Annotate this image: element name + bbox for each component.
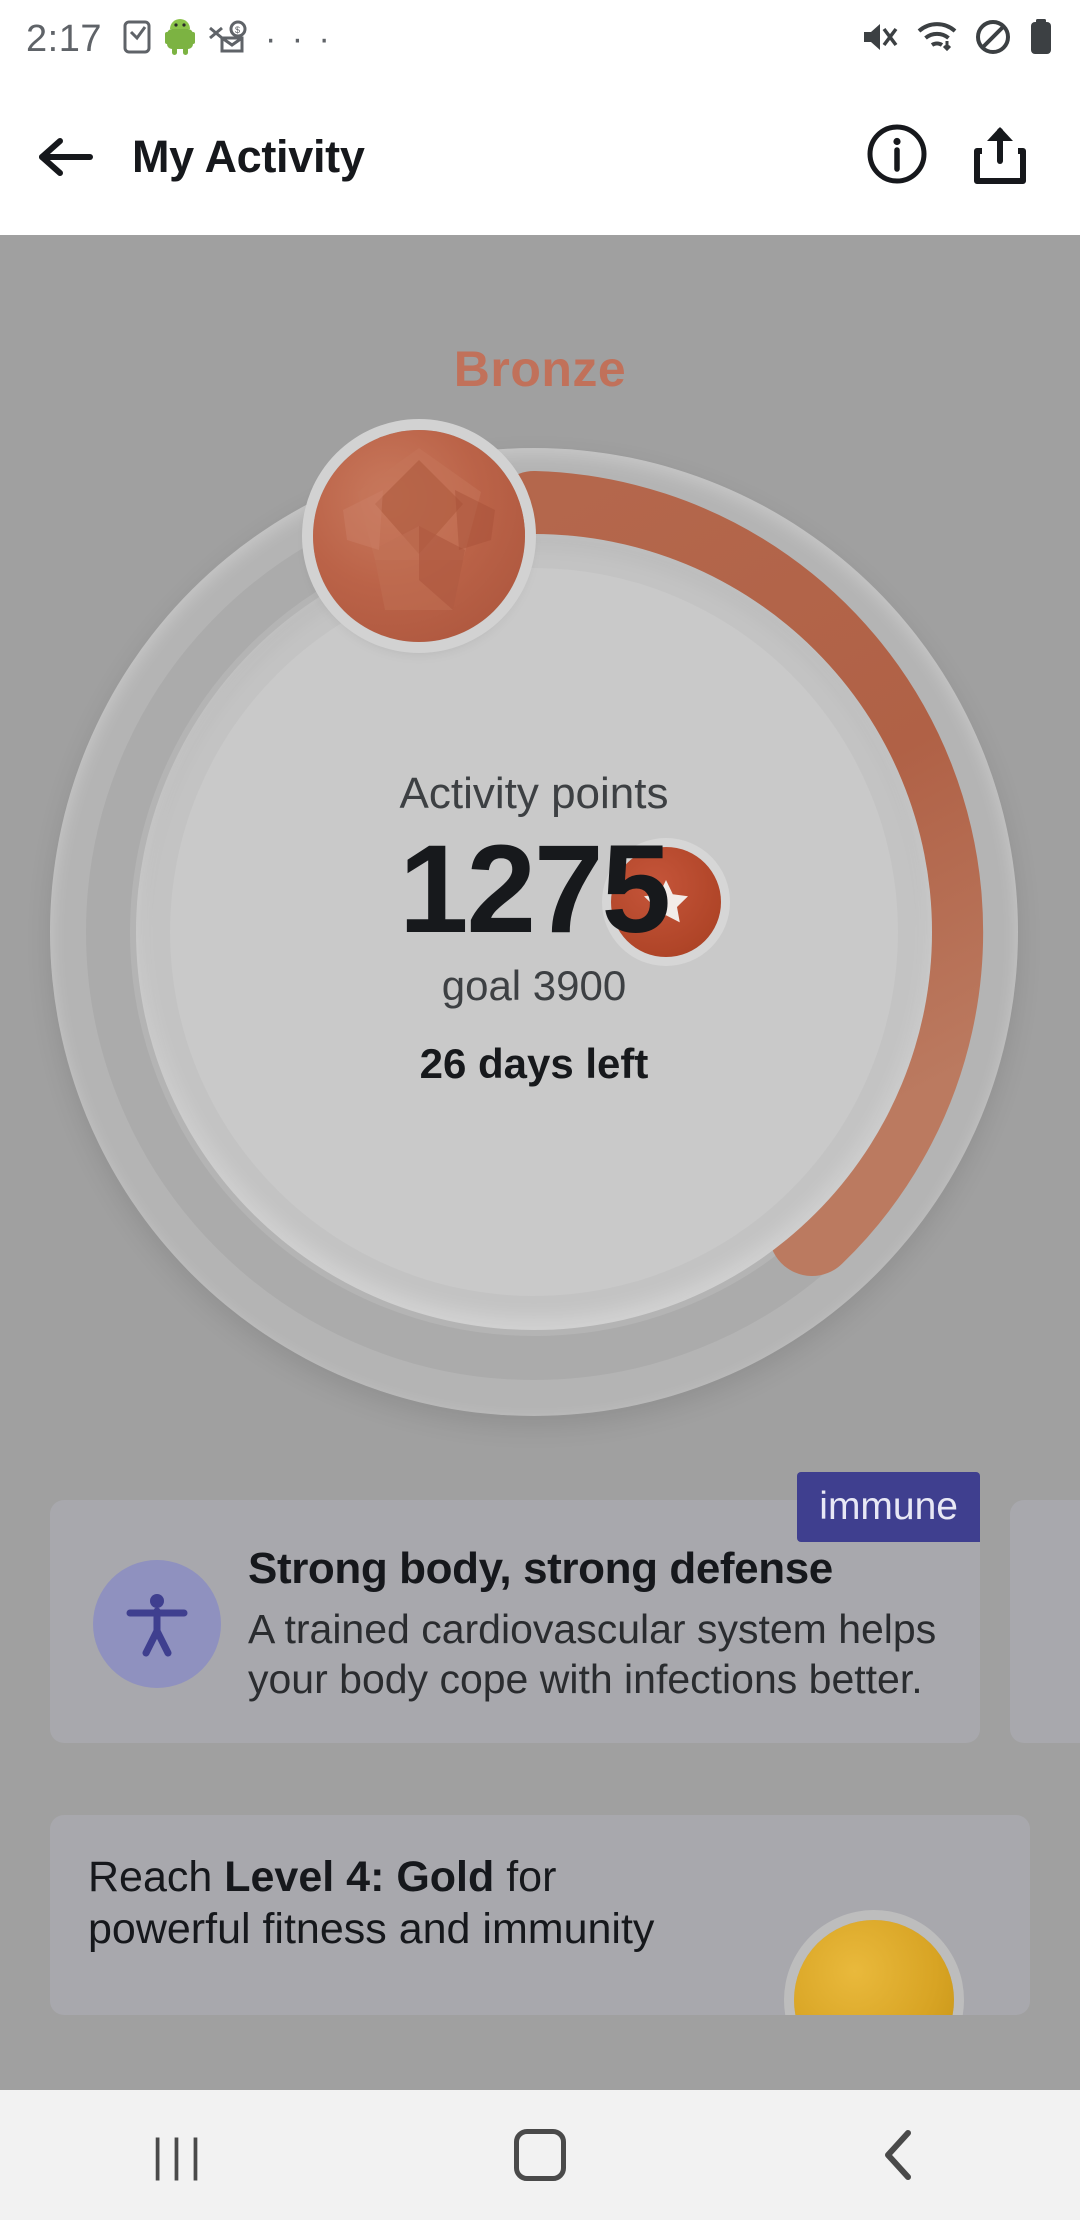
key-mail-icon: $: [208, 20, 248, 59]
tip-card-row: immune Strong body, strong defense A tra…: [50, 1472, 1080, 1775]
status-notification-icons: $ · · ·: [122, 18, 333, 60]
share-icon: [974, 127, 1026, 184]
next-level-prefix: Reach: [88, 1853, 225, 1901]
arrow-left-icon: [39, 137, 93, 176]
tip-text-block: Strong body, strong defense A trained ca…: [248, 1544, 948, 1704]
mute-icon: [860, 19, 900, 60]
app-bar-actions: [866, 123, 1080, 190]
goal-text: goal 3900: [441, 961, 627, 1009]
next-level-line2: powerful fitness and immunity: [88, 1905, 655, 1954]
tip-card[interactable]: immune Strong body, strong defense A tra…: [50, 1472, 980, 1743]
points-label: Activity points: [399, 768, 669, 818]
activity-content: Bronze Activity points 1275 goal 3900 26…: [0, 235, 1080, 2090]
overflow-dots-icon: · · ·: [264, 20, 333, 58]
accessibility-person-icon: [126, 1594, 188, 1657]
tip-title: Strong body, strong defense: [248, 1544, 833, 1593]
tip-body: A trained cardiovascular system helps yo…: [248, 1606, 937, 1703]
sim-card-icon: [122, 20, 152, 59]
level-label: Bronze: [453, 341, 627, 397]
info-circle-icon: [867, 124, 927, 184]
tip-card-next-peek[interactable]: [1010, 1500, 1080, 1743]
system-navigation-bar: |||: [0, 2090, 1080, 2220]
next-level-suffix: for: [494, 1853, 557, 1901]
nav-back-button[interactable]: [720, 2127, 1080, 2183]
info-button[interactable]: [866, 123, 928, 190]
next-level-text: Reach Level 4: Gold for powerful fitness…: [88, 1851, 788, 1956]
home-square-icon: [514, 2129, 566, 2181]
recents-icon: |||: [151, 2129, 209, 2181]
do-not-disturb-icon: [974, 18, 1012, 61]
status-system-icons: [860, 18, 1054, 61]
ring-center-stats: Activity points 1275 goal 3900 26 days l…: [50, 448, 1018, 1416]
recents-button[interactable]: |||: [0, 2128, 360, 2182]
wifi-icon: [916, 19, 958, 60]
share-button[interactable]: [972, 123, 1028, 190]
page-title: My Activity: [132, 130, 365, 182]
phone-screen: 2:17 $ · · · My Activity Bronze Activity…: [0, 0, 1080, 2220]
days-left-text: 26 days left: [419, 1039, 649, 1087]
next-level-name: Level 4: Gold: [224, 1853, 495, 1901]
back-button[interactable]: [0, 133, 132, 181]
home-button[interactable]: [360, 2129, 720, 2181]
status-bar: 2:17 $ · · ·: [0, 0, 1080, 78]
status-badge: immune: [797, 1472, 980, 1542]
activity-progress-ring[interactable]: Activity points 1275 goal 3900 26 days l…: [50, 430, 1018, 1416]
points-value: 1275: [398, 819, 671, 959]
next-level-card[interactable]: Reach Level 4: Gold for powerful fitness…: [50, 1815, 1030, 2015]
app-bar: My Activity: [0, 78, 1080, 235]
chevron-left-icon: [885, 2130, 911, 2180]
android-robot-icon: [163, 18, 197, 60]
avatar: [93, 1560, 221, 1688]
gold-medal-icon: [794, 1920, 954, 2015]
battery-full-icon: [1028, 18, 1054, 61]
svg-text:$: $: [235, 25, 240, 35]
status-clock: 2:17: [26, 17, 102, 60]
